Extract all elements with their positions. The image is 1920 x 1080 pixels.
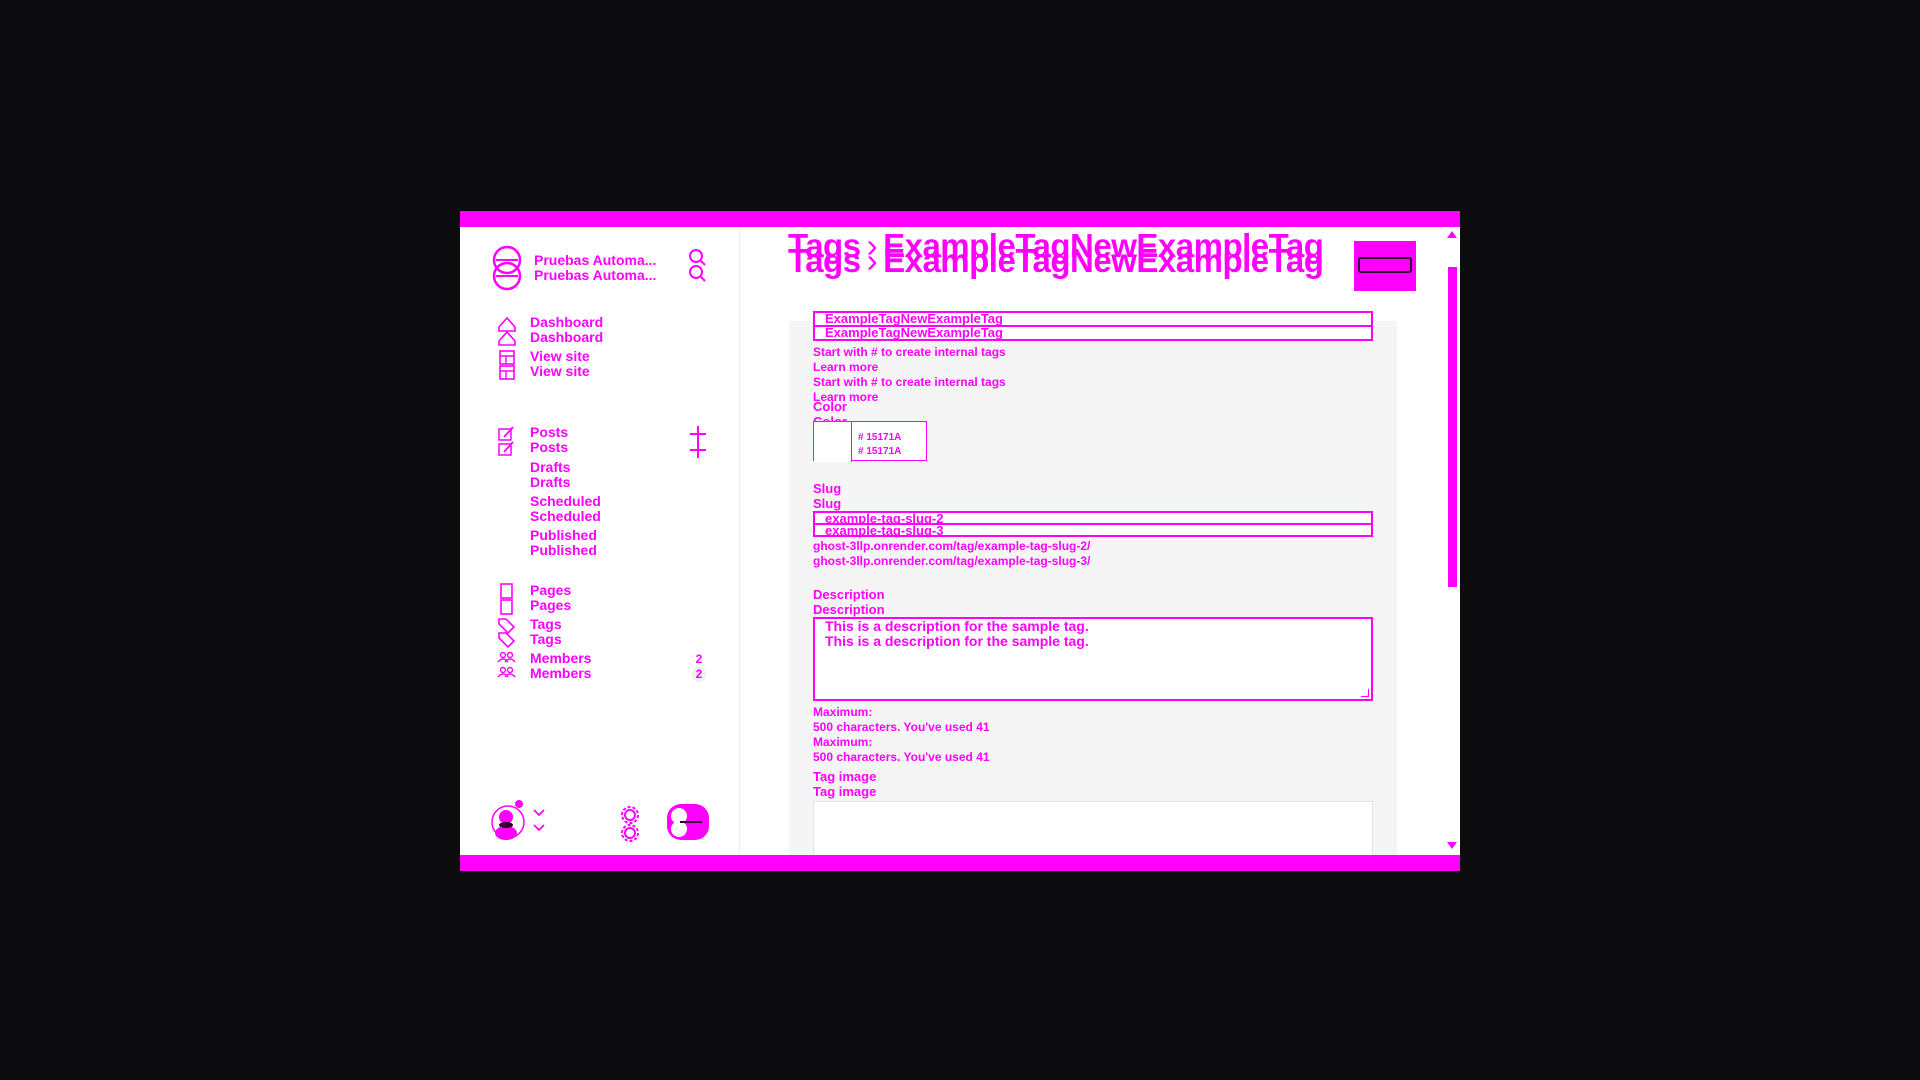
save-button-label (1358, 257, 1412, 273)
sidebar-item-label: Members (530, 665, 592, 681)
description-textarea[interactable]: This is a description for the sample tag… (813, 617, 1373, 701)
members-icon (497, 651, 516, 678)
sidebar-item-label: View site (530, 348, 590, 364)
tag-slug-field: Slug Slug example-tag-slug-2 example-tag-… (813, 481, 1373, 568)
sidebar-item-label: Tags (530, 616, 562, 632)
sidebar-item-posts[interactable]: Posts Posts (496, 425, 568, 457)
sidebar-item-view-site[interactable]: View site View site (496, 349, 590, 381)
tag-image-field: Tag image Tag image (813, 769, 1373, 855)
user-avatar-icon[interactable] (490, 799, 526, 845)
tag-name-hint: Start with # to create internal tags Lea… (813, 345, 1006, 404)
gear-icon[interactable] (620, 805, 640, 843)
search-icon[interactable] (686, 247, 708, 287)
color-hex-value: # 15171A # 15171A (858, 432, 902, 457)
sidebar-item-label: Dashboard (530, 314, 604, 330)
sidebar-item-label: Dashboard (530, 329, 604, 345)
save-button[interactable] (1354, 241, 1416, 291)
sidebar-item-label: Members (530, 650, 592, 666)
sidebar-item-label: Pages (530, 597, 572, 613)
add-post-button[interactable] (688, 425, 708, 459)
sidebar-item-label: View site (530, 363, 590, 379)
window-bottom-bar (460, 855, 1460, 871)
window-top-bar (460, 211, 1460, 227)
sidebar-item-scheduled[interactable]: Scheduled Scheduled (530, 494, 601, 524)
sidebar-item-members[interactable]: Members Members (496, 651, 591, 683)
description-label: Description Description (813, 587, 885, 617)
tag-name-input[interactable]: ExampleTagNewExampleTag (813, 325, 1373, 341)
sidebar-item-label: Posts (530, 424, 569, 440)
chevron-down-icon[interactable] (532, 807, 546, 837)
sidebar-item-drafts[interactable]: Drafts Drafts (530, 460, 570, 490)
members-count-badge: 2 2 (692, 652, 706, 682)
slug-url-preview: ghost-3llp.onrender.com/tag/example-tag-… (813, 539, 1091, 568)
scroll-thumb[interactable] (1448, 267, 1457, 587)
tag-image-label: Tag image Tag image (813, 769, 877, 799)
color-swatch[interactable] (814, 422, 852, 462)
brand[interactable]: Pruebas Automa... Pruebas Automa... (490, 245, 674, 291)
description-char-counter: Maximum: 500 characters. You've used 41 … (813, 705, 990, 764)
home-icon (498, 316, 516, 346)
sidebar: Pruebas Automa... Pruebas Automa... Dash… (460, 227, 740, 855)
breadcrumb-separator: › (866, 242, 878, 279)
tag-color-field: ColorColor # 15171A# 15171A (813, 399, 1373, 462)
resize-handle[interactable] (1361, 689, 1369, 697)
tag-icon (498, 618, 516, 649)
slug-label: Slug Slug (813, 481, 842, 511)
tag-image-upload[interactable] (813, 801, 1373, 855)
layout-icon (499, 350, 515, 380)
sidebar-item-pages[interactable]: Pages Pages (496, 583, 571, 615)
sidebar-item-label: Pages (530, 582, 572, 598)
edit-icon (498, 426, 514, 456)
color-input[interactable]: # 15171A # 15171A (813, 421, 927, 462)
sidebar-item-label: Tags (530, 631, 562, 647)
sidebar-item-published[interactable]: Published Published (530, 528, 597, 558)
pages-icon (500, 583, 513, 615)
ghost-logo-icon (492, 245, 522, 291)
sidebar-item-label: Posts (530, 439, 569, 455)
toggle-icon[interactable] (666, 803, 710, 841)
main-content: Tags › ExampleTagNewExampleTag Tags › Exampl… (741, 227, 1444, 855)
scroll-up-arrow[interactable] (1447, 231, 1457, 238)
tag-description-field: Description Description This is a descrip… (813, 587, 1373, 764)
sidebar-item-dashboard[interactable]: Dashboard Dashboard (496, 315, 603, 347)
scrollbar[interactable] (1444, 227, 1460, 855)
sidebar-item-tags[interactable]: Tags Tags (496, 617, 562, 649)
breadcrumb-tags-link[interactable]: Tags (788, 242, 861, 279)
breadcrumb: Tags › ExampleTagNewExampleTag Tags › Exampl… (788, 229, 1324, 277)
tag-settings-panel: ExampleTagNewExampleTag ExampleTagNewExa… (789, 311, 1397, 855)
sidebar-footer (490, 797, 720, 847)
app-window: Pruebas Automa... Pruebas Automa... Dash… (460, 211, 1460, 871)
slug-input[interactable]: example-tag-slug-3 (813, 523, 1373, 537)
scroll-down-arrow[interactable] (1447, 842, 1457, 849)
page-title: ExampleTagNewExampleTag (883, 242, 1324, 279)
learn-more-link[interactable]: Learn more (813, 360, 878, 374)
site-name: Pruebas Automa... Pruebas Automa... (534, 252, 657, 283)
